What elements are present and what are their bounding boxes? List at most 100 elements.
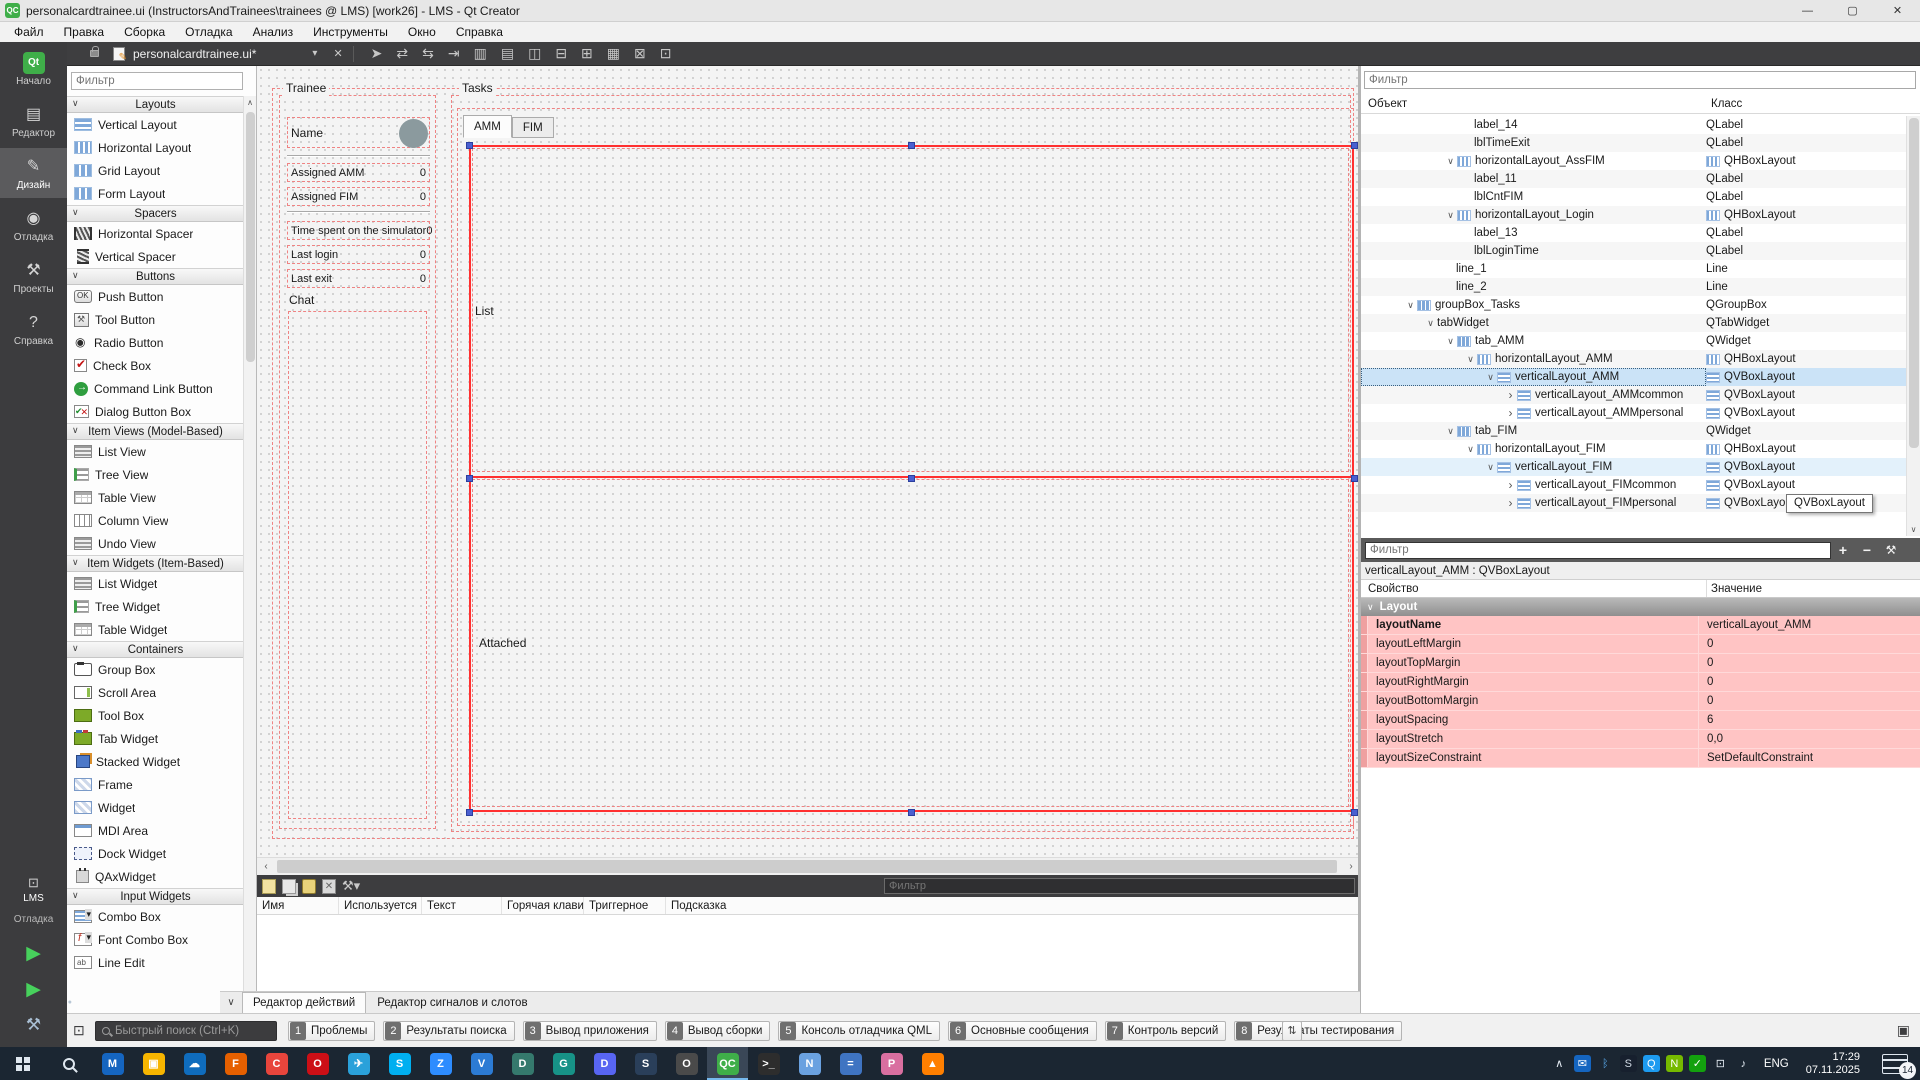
property-value[interactable]: 0 (1699, 635, 1920, 653)
configure-properties-icon[interactable]: ⚒ (1879, 543, 1903, 557)
widget-list-item[interactable]: Scroll Area (67, 681, 244, 704)
property-row[interactable]: layoutLeftMargin 0 (1361, 635, 1920, 654)
widget-list-item[interactable]: Line Edit (67, 951, 244, 974)
menu-item[interactable]: Справка (446, 25, 513, 39)
editor-tab[interactable]: Редактор сигналов и слотов (366, 992, 538, 1013)
tasks-tab[interactable]: AMM (463, 115, 512, 138)
widget-list-item[interactable]: Check Box (67, 354, 244, 377)
editor-tab[interactable]: Редактор действий (242, 992, 366, 1013)
selection-handle[interactable] (466, 475, 473, 482)
tray-icon[interactable]: S (1620, 1055, 1637, 1072)
name-label[interactable]: Name (291, 126, 323, 140)
widget-list-item[interactable]: MDI Area (67, 819, 244, 842)
selection-handle[interactable] (1351, 809, 1358, 816)
property-row[interactable]: layoutSpacing 6 (1361, 711, 1920, 730)
widget-list-item[interactable]: Input Widgets (67, 888, 244, 905)
widget-list-item[interactable]: Vertical Layout (67, 113, 244, 136)
taskbar-app[interactable]: QC (707, 1047, 748, 1080)
build-config-label[interactable]: Отладка (0, 914, 67, 925)
widget-list-item[interactable]: Form Layout (67, 182, 244, 205)
object-tree-row[interactable]: horizontalLayout_FIM QHBoxLayout (1361, 440, 1907, 458)
layout-section-header[interactable]: ∨ Layout (1361, 598, 1920, 616)
object-tree-row[interactable]: verticalLayout_FIMcommon QVBoxLayout (1361, 476, 1907, 494)
configure-actions-icon[interactable]: ⚒▾ (342, 878, 360, 894)
form-label-row[interactable]: Time spent on the simulator 0 (287, 221, 430, 240)
widget-list-item[interactable]: Tool Box (67, 704, 244, 727)
property-row[interactable]: layoutStretch 0,0 (1361, 730, 1920, 749)
taskbar-app[interactable]: ▣ (133, 1047, 174, 1080)
run-button[interactable]: ▶ (0, 935, 67, 971)
object-tree-row[interactable]: verticalLayout_FIM QVBoxLayout (1361, 458, 1907, 476)
taskbar-app[interactable]: Z (420, 1047, 461, 1080)
taskbar-app[interactable]: D (584, 1047, 625, 1080)
widget-list-item[interactable]: Column View (67, 509, 244, 532)
widget-list-item[interactable]: Dock Widget (67, 842, 244, 865)
scroll-left-icon[interactable]: ‹ (257, 858, 275, 876)
mode-button[interactable]: Qt Начало (0, 44, 67, 94)
expander-icon[interactable] (1444, 422, 1457, 440)
debug-button[interactable]: ▶ (0, 971, 67, 1007)
menu-item[interactable]: Правка (54, 25, 115, 39)
form-horizontal-scrollbar[interactable]: ‹ › (257, 857, 1360, 875)
taskbar-app[interactable]: >_ (748, 1047, 789, 1080)
action-table-body[interactable] (257, 915, 1360, 991)
widget-list-item[interactable]: Widget (67, 796, 244, 819)
chevron-down-icon[interactable]: ▾ (312, 48, 317, 59)
widget-list-item[interactable]: Command Link Button (67, 377, 244, 400)
taskbar-app[interactable]: F (215, 1047, 256, 1080)
object-tree-scrollbar[interactable]: ∨ (1906, 116, 1920, 536)
value-column-header[interactable]: Значение (1711, 580, 1762, 598)
taskbar-app[interactable]: P (871, 1047, 912, 1080)
tray-icon[interactable]: ∧ (1551, 1055, 1568, 1072)
remove-property-button[interactable]: − (1855, 542, 1879, 558)
form-label-row[interactable]: Assigned FIM 0 (287, 187, 430, 206)
widget-list-item[interactable]: Table Widget (67, 618, 244, 641)
chat-label[interactable]: Chat (289, 293, 314, 307)
mode-button[interactable]: ✎ Дизайн (0, 148, 67, 198)
scrollbar-thumb[interactable] (246, 112, 255, 362)
minimize-button[interactable]: — (1785, 0, 1830, 21)
delete-action-icon[interactable]: ✕ (322, 879, 336, 894)
close-document-icon[interactable]: ✕ (333, 47, 342, 60)
trainee-groupbox-title[interactable]: Trainee (283, 81, 329, 96)
widget-list-item[interactable]: Layouts (67, 96, 244, 113)
widget-list-item[interactable]: Dialog Button Box (67, 400, 244, 423)
object-tree-row[interactable]: verticalLayout_AMMcommon QVBoxLayout (1361, 386, 1907, 404)
object-column-header[interactable]: Объект (1368, 94, 1407, 114)
output-pane-button[interactable]: 7 Контроль версий (1105, 1021, 1227, 1041)
tray-icon[interactable]: N (1666, 1055, 1683, 1072)
taskbar-app[interactable]: ▲ (912, 1047, 953, 1080)
object-tree-row[interactable]: verticalLayout_AMM QVBoxLayout (1361, 368, 1907, 386)
object-tree-row[interactable]: label_14 QLabel (1361, 116, 1907, 134)
locator-search[interactable]: Быстрый поиск (Ctrl+K) (95, 1021, 277, 1041)
attached-label[interactable]: Attached (479, 636, 526, 650)
widget-list-item[interactable]: Tab Widget (67, 727, 244, 750)
widget-list-item[interactable]: Horizontal Layout (67, 136, 244, 159)
action-column-header[interactable]: Имя (257, 897, 339, 914)
taskbar-app[interactable]: O (297, 1047, 338, 1080)
scrollbar-thumb[interactable] (277, 860, 1337, 873)
object-tree-row[interactable]: groupBox_Tasks QGroupBox (1361, 296, 1907, 314)
widget-list-item[interactable]: Font Combo Box (67, 928, 244, 951)
toolbar-action-icon[interactable]: ⇥ (441, 45, 467, 62)
widget-list-item[interactable]: Radio Button (67, 331, 244, 354)
widget-list-item[interactable]: Undo View (67, 532, 244, 555)
expander-icon[interactable] (1464, 440, 1477, 458)
object-tree-row[interactable]: line_1 Line (1361, 260, 1907, 278)
widget-list-item[interactable]: Vertical Spacer (67, 245, 244, 268)
tray-icon[interactable]: Q (1643, 1055, 1660, 1072)
object-tree-row[interactable]: horizontalLayout_AMM QHBoxLayout (1361, 350, 1907, 368)
property-value[interactable]: 0 (1699, 673, 1920, 691)
action-column-header[interactable]: Подсказка (666, 897, 1360, 914)
output-icon[interactable]: ⊡ (73, 1022, 85, 1039)
widget-list-item[interactable]: Push Button (67, 285, 244, 308)
tray-icon[interactable]: ♪ (1735, 1055, 1752, 1072)
expander-icon[interactable] (1504, 494, 1517, 512)
expander-icon[interactable] (1484, 368, 1497, 386)
property-value[interactable]: 6 (1699, 711, 1920, 729)
scrollbar-thumb[interactable] (1909, 118, 1919, 448)
mode-button[interactable]: ▤ Редактор (0, 96, 67, 146)
selection-handle[interactable] (1351, 142, 1358, 149)
form-editor-canvas[interactable]: Trainee Name Assigned AMM 0 Assigned FIM… (257, 66, 1360, 1013)
expander-icon[interactable] (1484, 458, 1497, 476)
